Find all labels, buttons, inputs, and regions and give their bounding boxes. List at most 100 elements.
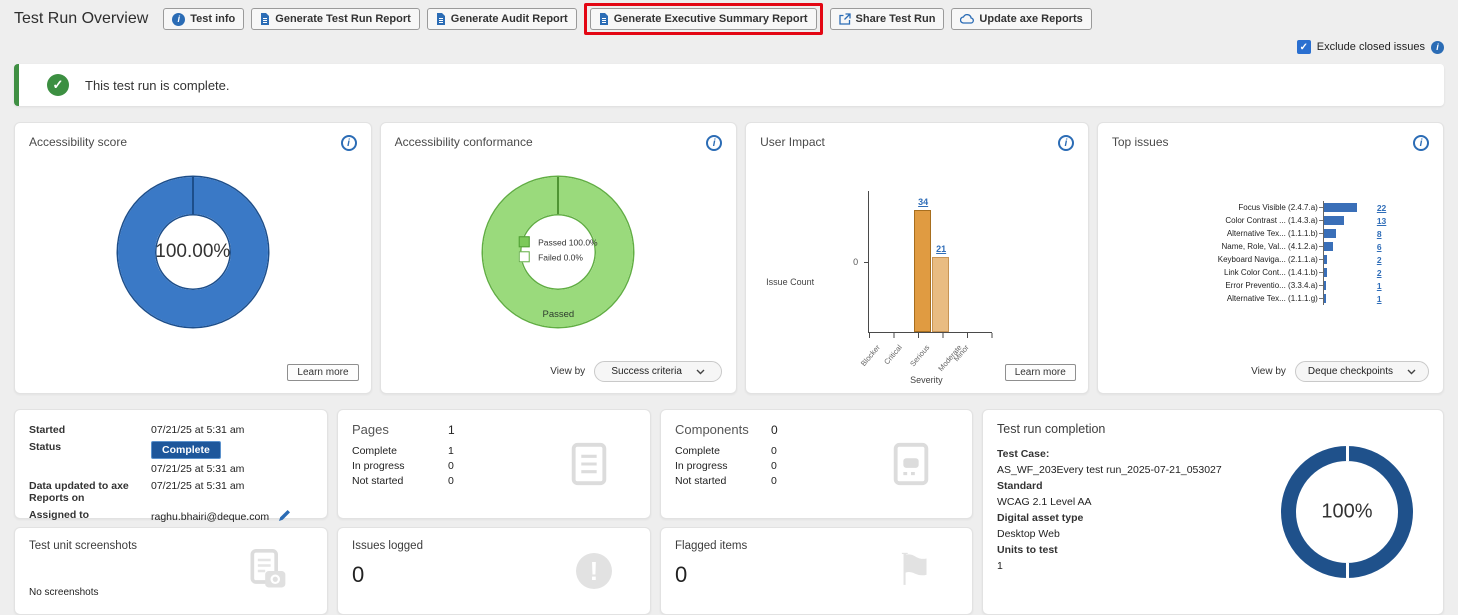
info-icon[interactable]: i xyxy=(1413,135,1429,151)
passed-segment-label: Passed xyxy=(543,309,575,320)
accessibility-conformance-title: Accessibility conformance xyxy=(395,135,533,149)
issue-bar[interactable] xyxy=(1324,203,1357,212)
issue-count-link[interactable]: 22 xyxy=(1377,203,1386,213)
cloud-icon xyxy=(960,14,974,24)
failed-swatch xyxy=(519,251,530,262)
edit-pencil-icon[interactable] xyxy=(278,509,291,522)
issue-bar[interactable] xyxy=(1324,268,1327,277)
moderate-bar[interactable] xyxy=(932,257,949,332)
y-zero-tick-label: 0 xyxy=(853,257,858,267)
test-run-completion-card: Test run completion Test Case: AS_WF_203… xyxy=(982,409,1444,615)
document-icon xyxy=(599,13,609,25)
issue-count-link[interactable]: 8 xyxy=(1377,229,1382,239)
issues-logged-card: Issues logged 0 ! xyxy=(337,527,651,615)
x-tick-serious: Serious xyxy=(908,343,931,368)
top-issue-row: Error Preventio... (3.3.4.a) 1 xyxy=(1198,279,1428,292)
y-axis-label: Issue Count xyxy=(766,277,814,287)
top-issue-row: Alternative Tex... (1.1.1.g) 1 xyxy=(1198,292,1428,305)
legend-item-failed: Failed 0.0% xyxy=(519,251,598,262)
top-issue-row: Name, Role, Val... (4.1.2.a) 6 xyxy=(1198,240,1428,253)
issue-bar[interactable] xyxy=(1324,294,1326,303)
issue-count-link[interactable]: 13 xyxy=(1377,216,1386,226)
generate-audit-report-button[interactable]: Generate Audit Report xyxy=(427,8,577,30)
pages-inprogress-label: In progress xyxy=(352,460,448,472)
issue-count-link[interactable]: 2 xyxy=(1377,255,1382,265)
moderate-value-link[interactable]: 21 xyxy=(936,244,946,254)
components-notstarted-label: Not started xyxy=(675,475,771,487)
score-value: 100.00% xyxy=(155,241,230,263)
info-icon[interactable]: i xyxy=(706,135,722,151)
issue-bar[interactable] xyxy=(1324,229,1336,238)
test-info-button-label: Test info xyxy=(190,13,235,25)
accessibility-score-card: Accessibility score i 100.00% Learn more xyxy=(14,122,372,394)
issue-count-link[interactable]: 1 xyxy=(1377,281,1382,291)
issue-bar[interactable] xyxy=(1324,216,1344,225)
test-case-value: AS_WF_203Every test run_2025-07-21_05302… xyxy=(997,462,1257,478)
deque-checkpoints-dropdown[interactable]: Deque checkpoints xyxy=(1295,361,1429,382)
pages-card: Pages 1 Complete1 In progress0 Not start… xyxy=(337,409,651,519)
components-inprogress-label: In progress xyxy=(675,460,771,472)
learn-more-button[interactable]: Learn more xyxy=(287,364,358,381)
components-total: 0 xyxy=(771,423,778,437)
generate-test-run-report-button[interactable]: Generate Test Run Report xyxy=(251,8,420,30)
standard-value: WCAG 2.1 Level AA xyxy=(997,494,1257,510)
x-axis-ticks xyxy=(869,333,993,338)
info-icon[interactable]: i xyxy=(341,135,357,151)
issue-count-link[interactable]: 2 xyxy=(1377,268,1382,278)
issue-count-link[interactable]: 1 xyxy=(1377,294,1382,304)
donut-segment-tick xyxy=(557,177,559,214)
info-icon[interactable]: i xyxy=(1058,135,1074,151)
pages-notstarted-label: Not started xyxy=(352,475,448,487)
share-test-run-button[interactable]: Share Test Run xyxy=(830,8,945,30)
passed-swatch xyxy=(519,236,530,247)
serious-value-link[interactable]: 34 xyxy=(918,197,928,207)
learn-more-button[interactable]: Learn more xyxy=(1005,364,1076,381)
issue-bar[interactable] xyxy=(1324,242,1333,251)
top-issue-row: Alternative Tex... (1.1.1.b) 8 xyxy=(1198,227,1428,240)
pages-total: 1 xyxy=(448,423,455,437)
issue-bar[interactable] xyxy=(1324,281,1326,290)
top-issues-bar-chart: Focus Visible (2.4.7.a) 22 Color Contras… xyxy=(1198,201,1428,305)
issue-bar[interactable] xyxy=(1324,255,1327,264)
pages-title: Pages xyxy=(352,422,448,437)
asset-type-value: Desktop Web xyxy=(997,526,1257,542)
serious-bar[interactable] xyxy=(914,210,931,332)
components-title: Components xyxy=(675,422,771,437)
update-axe-reports-button[interactable]: Update axe Reports xyxy=(951,8,1091,30)
exclude-closed-issues-row: Exclude closed issues i xyxy=(14,38,1444,56)
header: Test Run Overview i Test info Generate T… xyxy=(14,6,1444,32)
accessibility-conformance-card: Accessibility conformance i Passed 100.0… xyxy=(380,122,738,394)
share-test-run-label: Share Test Run xyxy=(856,13,936,25)
score-donut-chart: 100.00% xyxy=(29,177,357,327)
success-criteria-dropdown[interactable]: Success criteria xyxy=(594,361,722,382)
test-info-button[interactable]: i Test info xyxy=(163,8,244,30)
exclude-closed-issues-checkbox[interactable] xyxy=(1297,40,1311,54)
status-date: 07/21/25 at 5:31 am xyxy=(151,463,313,475)
generate-executive-summary-report-button[interactable]: Generate Executive Summary Report xyxy=(590,8,817,30)
document-icon xyxy=(436,13,446,25)
user-impact-bar-chart: Issue Count 0 34 21 Blocker Critical Ser… xyxy=(760,159,1074,364)
assigned-to-value: raghu.bhairi@deque.com xyxy=(151,511,269,523)
status-badge: Complete xyxy=(151,441,221,459)
view-by-row: View by Deque checkpoints xyxy=(1251,361,1429,382)
legend-item-passed: Passed 100.0% xyxy=(519,236,598,247)
top-issue-row: Link Color Cont... (1.4.1.b) 2 xyxy=(1198,266,1428,279)
y-axis-tick xyxy=(864,262,869,263)
components-card: Components 0 Complete0 In progress0 Not … xyxy=(660,409,973,519)
document-icon xyxy=(260,13,270,25)
generate-audit-report-label: Generate Audit Report xyxy=(451,13,568,25)
donut-segment-tick xyxy=(192,177,194,214)
issue-count-link[interactable]: 6 xyxy=(1377,242,1382,252)
chevron-down-icon xyxy=(696,369,705,375)
banner-message: This test run is complete. xyxy=(85,78,230,93)
check-circle-icon xyxy=(47,74,69,96)
top-issue-row: Color Contrast ... (1.4.3.a) 13 xyxy=(1198,214,1428,227)
started-value: 07/21/25 at 5:31 am xyxy=(151,424,313,436)
no-screenshots-text: No screenshots xyxy=(29,587,98,598)
x-tick-critical: Critical xyxy=(882,343,904,366)
test-unit-screenshots-card: Test unit screenshots No screenshots xyxy=(14,527,328,615)
status-label: Status xyxy=(29,441,151,475)
info-circle-icon[interactable]: i xyxy=(1431,41,1444,54)
completion-donut-chart: 100% xyxy=(1281,446,1413,578)
exclude-closed-issues-label: Exclude closed issues xyxy=(1317,41,1425,53)
